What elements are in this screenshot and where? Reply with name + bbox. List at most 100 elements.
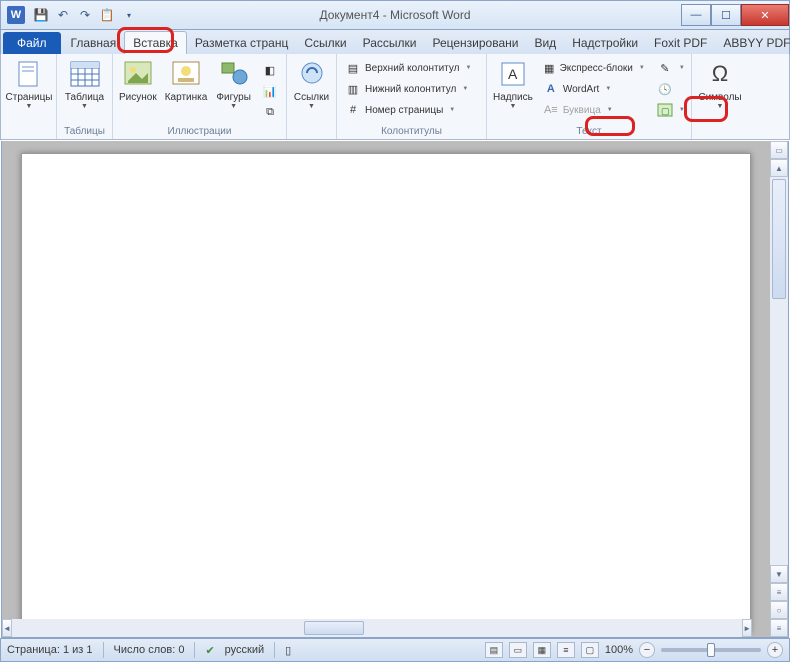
smartart-icon: ◧ — [262, 62, 278, 78]
page-icon — [13, 58, 45, 90]
zoom-level[interactable]: 100% — [605, 644, 633, 656]
chevron-down-icon: ▼ — [26, 103, 33, 110]
svg-text:A: A — [508, 66, 518, 82]
tab-layout[interactable]: Разметка странц — [187, 32, 297, 54]
group-label: Колонтитулы — [341, 124, 482, 139]
outline-view[interactable]: ≡ — [557, 642, 575, 658]
ruler-toggle-icon[interactable]: ▭ — [770, 141, 788, 159]
tab-review[interactable]: Рецензировани — [424, 32, 526, 54]
picture-button[interactable]: Рисунок — [117, 56, 159, 105]
tab-home[interactable]: Главная — [63, 32, 125, 54]
picture-label: Рисунок — [119, 92, 157, 103]
tab-mailings[interactable]: Рассылки — [355, 32, 425, 54]
datetime-button[interactable]: 🕓 — [653, 79, 689, 99]
tab-view[interactable]: Вид — [526, 32, 564, 54]
chevron-down-icon: ▼ — [466, 65, 472, 71]
page-viewport[interactable]: ◄ ► — [2, 141, 770, 637]
zoom-knob[interactable] — [707, 643, 715, 657]
scroll-left-icon[interactable]: ◄ — [2, 619, 12, 637]
group-header-footer: ▤Верхний колонтитул▼ ▥Нижний колонтитул▼… — [337, 54, 487, 139]
signature-button[interactable]: ✎▼ — [653, 58, 689, 78]
horizontal-scrollbar[interactable]: ◄ ► — [2, 619, 752, 637]
scroll-thumb[interactable] — [304, 621, 364, 635]
tab-abbyy[interactable]: ABBYY PDF Trans — [715, 32, 790, 54]
textbox-button[interactable]: A Надпись ▼ — [491, 56, 535, 112]
footer-icon: ▥ — [345, 81, 361, 97]
language-status[interactable]: русский — [225, 644, 264, 656]
redo-icon[interactable]: ↷ — [75, 5, 95, 25]
web-view[interactable]: ▦ — [533, 642, 551, 658]
browse-object-icon[interactable]: ○ — [770, 601, 788, 619]
ribbon: Страницы ▼ Таблица ▼ Таблицы Рисунок Кар… — [0, 54, 790, 140]
dropcap-label: Буквица — [563, 105, 601, 116]
clipart-button[interactable]: Картинка — [163, 56, 210, 105]
group-label: Иллюстрации — [117, 124, 282, 139]
tab-insert[interactable]: Вставка — [124, 31, 187, 54]
macro-icon[interactable]: ▯ — [285, 644, 291, 657]
wordart-button[interactable]: AWordArt▼ — [539, 79, 649, 99]
close-button[interactable]: ✕ — [741, 4, 789, 26]
table-icon — [69, 58, 101, 90]
scroll-thumb[interactable] — [772, 179, 786, 299]
group-pages: Страницы ▼ — [1, 54, 57, 139]
undo-icon[interactable]: ↶ — [53, 5, 73, 25]
object-button[interactable]: ▢▼ — [653, 100, 689, 120]
quickparts-button[interactable]: ▦Экспресс-блоки▼ — [539, 58, 649, 78]
tab-foxit[interactable]: Foxit PDF — [646, 32, 715, 54]
links-button[interactable]: Ссылки ▼ — [291, 56, 332, 112]
zoom-slider[interactable] — [661, 648, 761, 652]
header-label: Верхний колонтитул — [365, 63, 460, 74]
table-button[interactable]: Таблица ▼ — [61, 56, 108, 112]
chevron-down-icon: ▼ — [639, 65, 645, 71]
maximize-button[interactable]: ☐ — [711, 4, 741, 26]
chevron-down-icon: ▼ — [308, 103, 315, 110]
tab-references[interactable]: Ссылки — [296, 32, 354, 54]
header-button[interactable]: ▤Верхний колонтитул▼ — [341, 58, 475, 78]
group-tables: Таблица ▼ Таблицы — [57, 54, 113, 139]
chevron-down-icon: ▼ — [449, 107, 455, 113]
shapes-button[interactable]: Фигуры ▼ — [213, 56, 254, 112]
dropcap-button[interactable]: A≡Буквица▼ — [539, 100, 649, 120]
chevron-down-icon: ▼ — [230, 103, 237, 110]
qat-dropdown-icon[interactable]: ▾ — [119, 5, 139, 25]
group-links: Ссылки ▼ — [287, 54, 337, 139]
page-status[interactable]: Страница: 1 из 1 — [7, 644, 93, 656]
qat-extra-icon[interactable]: 📋 — [97, 5, 117, 25]
pagenum-label: Номер страницы — [365, 105, 443, 116]
chevron-down-icon: ▼ — [679, 107, 685, 113]
separator — [274, 642, 275, 658]
tab-file[interactable]: Файл — [3, 32, 61, 54]
vertical-scrollbar[interactable]: ▭ ▲ ▼ ≡ ○ ≡ — [770, 141, 788, 637]
tab-addins[interactable]: Надстройки — [564, 32, 646, 54]
zoom-in-button[interactable]: + — [767, 642, 783, 658]
chevron-down-icon: ▼ — [607, 107, 613, 113]
scroll-up-icon[interactable]: ▲ — [770, 159, 788, 177]
print-layout-view[interactable]: ▤ — [485, 642, 503, 658]
pagenum-button[interactable]: # Номер страницы ▼ — [341, 100, 475, 120]
footer-button[interactable]: ▥Нижний колонтитул▼ — [341, 79, 475, 99]
scroll-track[interactable] — [770, 177, 788, 565]
pages-button[interactable]: Страницы ▼ — [5, 56, 53, 112]
scroll-right-icon[interactable]: ► — [742, 619, 752, 637]
minimize-button[interactable]: — — [681, 4, 711, 26]
word-count[interactable]: Число слов: 0 — [114, 644, 185, 656]
pagenum-icon: # — [345, 102, 361, 118]
smartart-button[interactable]: ◧ — [258, 60, 282, 80]
scroll-down-icon[interactable]: ▼ — [770, 565, 788, 583]
scroll-track[interactable] — [12, 619, 742, 637]
draft-view[interactable]: ▢ — [581, 642, 599, 658]
save-icon[interactable]: 💾 — [31, 5, 51, 25]
proofing-icon[interactable]: ✔ — [205, 644, 214, 657]
next-page-icon[interactable]: ≡ — [770, 619, 788, 637]
prev-page-icon[interactable]: ≡ — [770, 583, 788, 601]
zoom-out-button[interactable]: − — [639, 642, 655, 658]
symbols-button[interactable]: Ω Символы ▼ — [696, 56, 744, 112]
document-page[interactable] — [21, 153, 751, 633]
chart-button[interactable]: 📊 — [258, 81, 282, 101]
wordart-label: WordArt — [563, 84, 600, 95]
app-icon: W — [7, 6, 25, 24]
pages-label: Страницы — [6, 92, 53, 103]
fullscreen-view[interactable]: ▭ — [509, 642, 527, 658]
screenshot-button[interactable]: ⧉ — [258, 102, 282, 122]
quick-access-toolbar: 💾 ↶ ↷ 📋 ▾ — [31, 5, 139, 25]
